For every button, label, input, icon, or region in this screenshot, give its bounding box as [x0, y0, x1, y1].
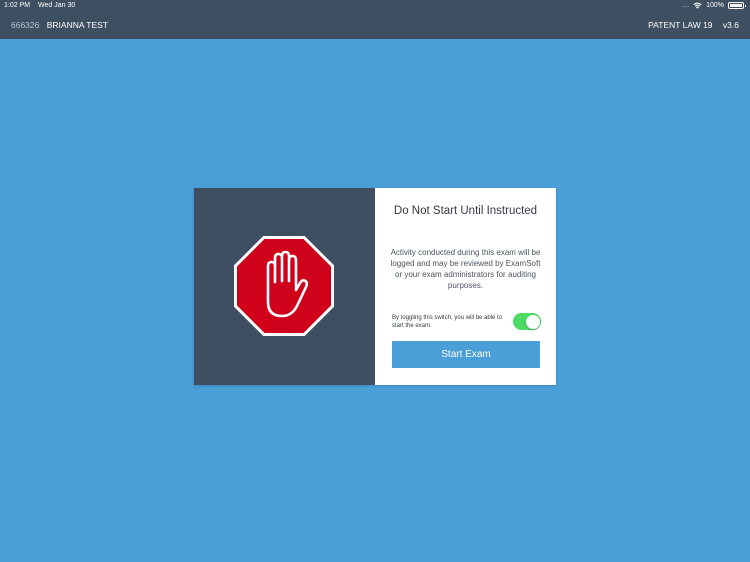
start-exam-button[interactable]: Start Exam	[392, 341, 540, 368]
exam-name: PATENT LAW 19	[648, 20, 713, 30]
exam-header: 666326 BRIANNA TEST PATENT LAW 19 v3.6	[0, 14, 750, 36]
battery-icon	[728, 2, 746, 9]
enable-start-toggle[interactable]	[513, 313, 541, 330]
start-exam-dialog: Do Not Start Until Instructed Activity c…	[194, 188, 556, 385]
dialog-title: Do Not Start Until Instructed	[393, 205, 538, 217]
app-version: v3.6	[722, 20, 739, 30]
status-left: 1:02 PM Wed Jan 30	[4, 0, 81, 11]
status-bar: 1:02 PM Wed Jan 30 .... 100%	[0, 0, 750, 11]
dialog-message: Activity conducted during this exam will…	[390, 248, 541, 290]
status-date: Wed Jan 30	[38, 2, 76, 9]
student-name: BRIANNA TEST	[46, 20, 108, 30]
wifi-icon	[693, 2, 702, 9]
toggle-description: By toggling this switch, you will be abl…	[392, 315, 503, 329]
dialog-icon-panel	[194, 188, 375, 385]
status-time: 1:02 PM	[4, 2, 31, 9]
battery-percent: 100%	[706, 2, 724, 9]
exam-info: PATENT LAW 19 v3.6	[648, 14, 739, 36]
student-info: 666326 BRIANNA TEST	[11, 14, 108, 36]
toggle-knob	[525, 314, 540, 329]
student-id: 666326	[11, 20, 40, 30]
dialog-content: Do Not Start Until Instructed Activity c…	[375, 188, 556, 385]
status-right: .... 100%	[681, 0, 746, 11]
top-bar: 1:02 PM Wed Jan 30 .... 100% 666326 BRIA…	[0, 0, 750, 39]
stop-hand-icon	[234, 236, 334, 336]
signal-icon: ....	[681, 2, 690, 9]
